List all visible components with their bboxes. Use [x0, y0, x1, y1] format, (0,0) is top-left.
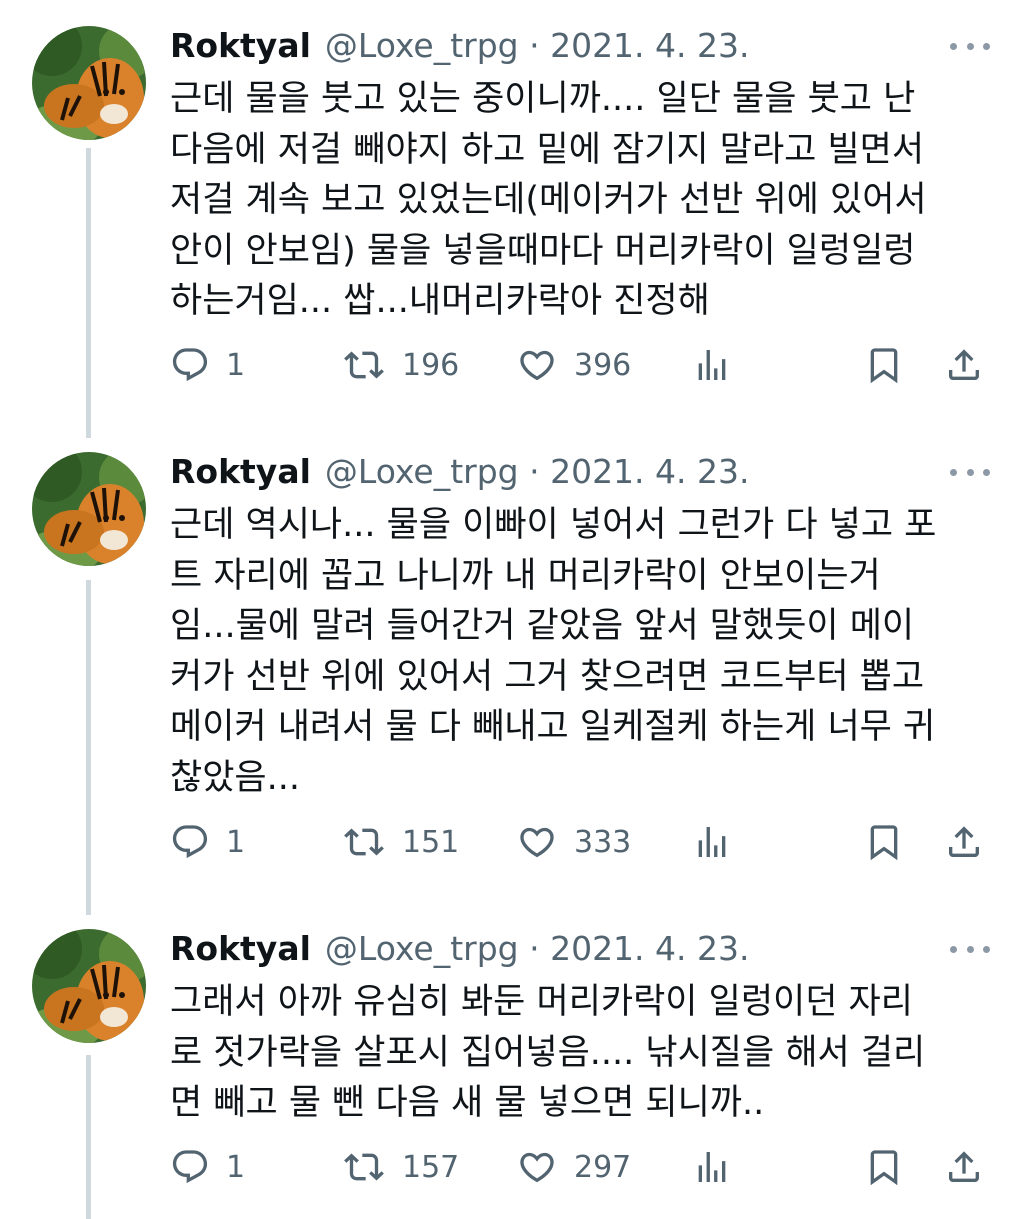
tweet-text-line: 로 젓가락을 살포시 집어넣음.... 낚시질을 해서 걸리 — [170, 1032, 926, 1073]
tiger-avatar-image — [32, 929, 146, 1043]
avatar[interactable] — [32, 26, 146, 140]
tweet-text-line: 면 빼고 물 뺀 다음 새 물 넣으면 되니까.. — [170, 1083, 765, 1123]
retweet-button[interactable]: 151 — [342, 817, 459, 867]
tweet-text: 근데 역시나... 물을 이빠이 넣어서 그런가 다 넣고 포 트 자리에 꼽고… — [170, 500, 980, 803]
more-options-icon[interactable] — [950, 30, 990, 62]
bookmark-button[interactable] — [864, 340, 904, 390]
tweet-text-line: 메이커 내려서 물 다 빼내고 일케절케 하는게 너무 귀 — [170, 707, 936, 747]
bookmark-button[interactable] — [864, 817, 904, 867]
retweet-icon — [344, 1153, 384, 1181]
retweet-count: 157 — [402, 1149, 460, 1185]
share-icon — [949, 826, 979, 857]
reply-button[interactable]: 1 — [170, 1142, 245, 1192]
avatar[interactable] — [32, 929, 146, 1043]
like-count: 297 — [574, 1149, 632, 1185]
analytics-icon — [698, 1152, 726, 1182]
handle-and-date[interactable]: @Loxe_trpg · 2021. 4. 23. — [325, 929, 750, 969]
tweet-text-line: 저걸 계속 보고 있었는데(메이커가 선반 위에 있어서 — [170, 180, 927, 220]
like-count: 333 — [574, 824, 632, 860]
retweet-icon — [344, 351, 384, 379]
tweet-text: 그래서 아까 유심히 봐둔 머리카락이 일렁이던 자리 로 젓가락을 살포시 집… — [170, 977, 980, 1129]
tweet-text-line: 그래서 아까 유심히 봐둔 머리카락이 일렁이던 자리 — [170, 982, 913, 1022]
action-bar: 1 151 333 — [170, 817, 990, 867]
tweet-text-line: 안이 안보임) 물을 넣을때마다 머리카락이 일렁일렁 — [170, 230, 916, 271]
more-options-icon[interactable] — [950, 933, 990, 965]
display-name[interactable]: Roktyal — [170, 452, 311, 492]
bookmark-icon — [870, 1150, 898, 1186]
reply-count: 1 — [226, 347, 246, 383]
display-name[interactable]: Roktyal — [170, 929, 311, 969]
reply-icon — [172, 348, 208, 382]
like-count: 396 — [574, 347, 632, 383]
tweet-text-line: 트 자리에 꼽고 나니까 내 머리카락이 안보이는거 — [170, 555, 881, 596]
share-icon — [949, 1151, 979, 1182]
analytics-icon — [698, 350, 726, 380]
bookmark-button[interactable] — [864, 1142, 904, 1192]
tweet-text-line: 찮았음... — [170, 757, 300, 798]
retweet-icon — [344, 828, 384, 856]
avatar[interactable] — [32, 452, 146, 566]
display-name[interactable]: Roktyal — [170, 26, 311, 66]
tweet-header: Roktyal @Loxe_trpg · 2021. 4. 23. — [170, 929, 980, 969]
reply-count: 1 — [226, 1149, 246, 1185]
heart-icon — [520, 350, 554, 381]
like-button[interactable]: 333 — [516, 817, 631, 867]
like-button[interactable]: 396 — [516, 340, 631, 390]
handle-and-date[interactable]: @Loxe_trpg · 2021. 4. 23. — [325, 452, 750, 492]
bookmark-icon — [870, 825, 898, 861]
bookmark-icon — [870, 348, 898, 384]
tiger-avatar-image — [32, 26, 146, 140]
tweet-text-line: 근데 역시나... 물을 이빠이 넣어서 그런가 다 넣고 포 — [170, 505, 937, 545]
tiger-avatar-image — [32, 452, 146, 566]
share-button[interactable] — [944, 340, 984, 390]
reply-icon — [172, 825, 208, 859]
heart-icon — [520, 827, 554, 858]
share-icon — [949, 349, 979, 380]
tweet-text-line: 커가 선반 위에 있어서 그거 찾으려면 코드부터 뽑고 — [170, 656, 925, 697]
retweet-button[interactable]: 157 — [342, 1142, 459, 1192]
share-button[interactable] — [944, 1142, 984, 1192]
retweet-count: 151 — [402, 824, 460, 860]
share-button[interactable] — [944, 817, 984, 867]
views-button[interactable] — [692, 1142, 732, 1192]
retweet-count: 196 — [402, 347, 460, 383]
tweet-header: Roktyal @Loxe_trpg · 2021. 4. 23. — [170, 452, 980, 492]
tweet[interactable]: Roktyal @Loxe_trpg · 2021. 4. 23. 근데 물을 … — [0, 26, 1024, 406]
tweet-text-line: 임...물에 말려 들어간거 같았음 앞서 말했듯이 메이 — [170, 606, 915, 646]
analytics-icon — [698, 827, 726, 857]
tweet[interactable]: Roktyal @Loxe_trpg · 2021. 4. 23. 근데 역시나… — [0, 452, 1024, 882]
retweet-button[interactable]: 196 — [342, 340, 459, 390]
tweet-text-line: 하는거임... 쌉...내머리카락아 진정해 — [170, 281, 710, 321]
like-button[interactable]: 297 — [516, 1142, 631, 1192]
tweet[interactable]: Roktyal @Loxe_trpg · 2021. 4. 23. 그래서 아까… — [0, 929, 1024, 1219]
views-button[interactable] — [692, 817, 732, 867]
reply-count: 1 — [226, 824, 246, 860]
heart-icon — [520, 1152, 554, 1183]
tweet-text-line: 근데 물을 붓고 있는 중이니까.... 일단 물을 붓고 난 — [170, 79, 916, 119]
action-bar: 1 196 396 — [170, 340, 990, 390]
reply-button[interactable]: 1 — [170, 340, 245, 390]
views-button[interactable] — [692, 340, 732, 390]
reply-button[interactable]: 1 — [170, 817, 245, 867]
more-options-icon[interactable] — [950, 456, 990, 488]
tweet-text: 근데 물을 붓고 있는 중이니까.... 일단 물을 붓고 난 다음에 저걸 빼… — [170, 74, 980, 327]
tweet-header: Roktyal @Loxe_trpg · 2021. 4. 23. — [170, 26, 980, 66]
handle-and-date[interactable]: @Loxe_trpg · 2021. 4. 23. — [325, 26, 750, 66]
tweet-text-line: 다음에 저걸 빼야지 하고 밑에 잠기지 말라고 빌면서 — [170, 129, 925, 170]
action-bar: 1 157 297 — [170, 1142, 990, 1192]
reply-icon — [172, 1150, 208, 1184]
